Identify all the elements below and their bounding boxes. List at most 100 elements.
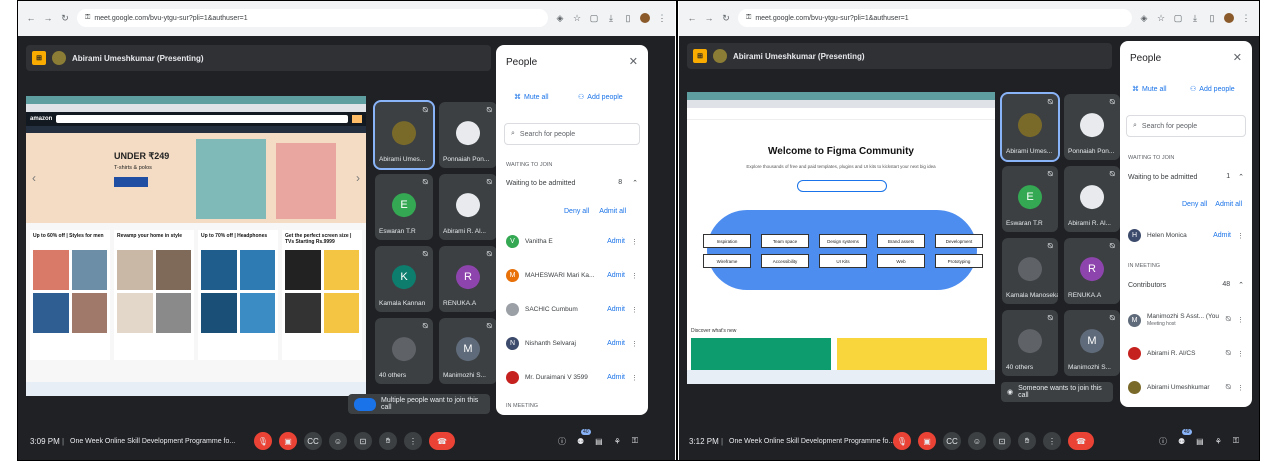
participant-tile[interactable]: ⦰ Ponnaiah Pon... <box>1064 94 1120 160</box>
figma-node[interactable]: Development <box>935 234 983 248</box>
admit-button[interactable]: Admit <box>607 238 625 245</box>
address-bar[interactable]: ⚿ meet.google.com/bvu-ytgu-sur?pli=1&auth… <box>77 9 548 27</box>
search-input[interactable]: ⌕ Search for people <box>504 123 640 145</box>
figma-node[interactable]: Team space <box>761 234 809 248</box>
end-call-icon[interactable]: ☎︎ <box>1068 432 1094 450</box>
add-people-button[interactable]: ⚇ Add people <box>578 93 623 102</box>
chat-icon[interactable]: ▤ <box>595 437 603 446</box>
star-icon[interactable]: ☆ <box>572 13 582 23</box>
participant-tile[interactable]: R ⦰ RENUKA.A <box>439 246 497 312</box>
deal-card[interactable]: Revamp your home in style <box>114 230 194 360</box>
translate-icon[interactable]: ◈ <box>555 13 565 23</box>
activities-icon[interactable]: ⚘ <box>614 437 621 446</box>
back-icon[interactable]: ← <box>687 13 697 23</box>
more-options-icon[interactable]: ⋮ <box>1237 316 1244 324</box>
download-icon[interactable]: ⤓ <box>606 13 616 23</box>
extensions-icon[interactable]: ▢ <box>589 13 599 23</box>
search-input[interactable]: ⌕ Search for people <box>1126 115 1246 137</box>
participant-tile[interactable]: ⦰ 40 others <box>375 318 433 384</box>
figma-node[interactable]: Design systems <box>819 234 867 248</box>
activities-icon[interactable]: ⚘ <box>1215 437 1222 446</box>
close-icon[interactable]: ✕ <box>629 55 638 68</box>
more-options-icon[interactable]: ⋮ <box>631 272 638 280</box>
more-options-icon[interactable]: ⋮ <box>631 374 638 382</box>
info-icon[interactable]: ⓘ <box>1159 436 1167 447</box>
captions-icon[interactable]: CC <box>304 432 322 450</box>
participant-tile[interactable]: ⦰ Ponnaiah Pon... <box>439 102 497 168</box>
participant-row[interactable]: Abirami Umeshkumar ⦰ ⋮ <box>1128 381 1244 394</box>
admit-button[interactable]: Admit <box>607 340 625 347</box>
more-options-icon[interactable]: ⋮ <box>1237 350 1244 358</box>
more-icon[interactable]: ⋮ <box>1043 432 1061 450</box>
captions-icon[interactable]: CC <box>943 432 961 450</box>
sidebar-icon[interactable]: ▯ <box>623 13 633 23</box>
end-call-icon[interactable]: ☎︎ <box>429 432 455 450</box>
participant-tile[interactable]: M ⦰ Manimozhi S... <box>439 318 497 384</box>
participant-tile[interactable]: K ⦰ Kamala Kannan <box>375 246 433 312</box>
admit-button[interactable]: Admit <box>607 272 625 279</box>
more-options-icon[interactable]: ⋮ <box>631 340 638 348</box>
download-icon[interactable]: ⤓ <box>1190 13 1200 23</box>
figma-node[interactable]: Prototyping <box>935 254 983 268</box>
participant-row[interactable]: M MAHESWARI Mari Ka... Admit ⋮ <box>506 269 638 282</box>
figma-node[interactable]: Brand assets <box>877 234 925 248</box>
more-options-icon[interactable]: ⋮ <box>1237 384 1244 392</box>
present-icon[interactable]: ⊡ <box>354 432 372 450</box>
participant-row[interactable]: N Nishanth Selvaraj Admit ⋮ <box>506 337 638 350</box>
mic-icon[interactable]: 🎙︎ <box>254 432 272 450</box>
participant-tile[interactable]: E ⦰ Eswaran T.R <box>1002 166 1058 232</box>
close-icon[interactable]: ✕ <box>1233 51 1242 64</box>
emoji-icon[interactable]: ☺ <box>968 432 986 450</box>
profile-avatar[interactable] <box>1224 13 1234 23</box>
participant-tile[interactable]: ⦰ Abirami Umes... <box>373 100 435 170</box>
lock-icon[interactable]: ⚿ <box>632 436 638 446</box>
figma-node[interactable]: Wireframe <box>703 254 751 268</box>
contributors-group[interactable]: Contributors 48 ⌃ <box>1128 281 1244 289</box>
forward-icon[interactable]: → <box>43 13 53 23</box>
participant-tile[interactable]: M ⦰ Manimozhi S... <box>1064 310 1120 376</box>
admit-all-button[interactable]: Admit all <box>1215 201 1242 208</box>
more-options-icon[interactable]: ⋮ <box>1237 232 1244 240</box>
more-options-icon[interactable]: ⋮ <box>631 238 638 246</box>
participant-tile[interactable]: ⦰ Abirami R. Al... <box>439 174 497 240</box>
deal-card[interactable]: Up to 60% off | Styles for men <box>30 230 110 360</box>
lock-icon[interactable]: ⚿ <box>1233 436 1239 446</box>
people-icon[interactable]: ⚉ 40 <box>577 428 591 446</box>
participant-row[interactable]: Abirami R. Al/CS ⦰ ⋮ <box>1128 347 1244 360</box>
emoji-icon[interactable]: ☺ <box>329 432 347 450</box>
participant-row[interactable]: H Helen Monica Admit ⋮ <box>1128 229 1244 242</box>
waiting-group[interactable]: Waiting to be admitted 1 ⌃ <box>1128 173 1244 181</box>
participant-tile[interactable]: ⦰ 40 others <box>1002 310 1058 376</box>
forward-icon[interactable]: → <box>704 13 714 23</box>
add-people-button[interactable]: ⚇ Add people <box>1190 85 1235 94</box>
figma-node[interactable]: Accessibility <box>761 254 809 268</box>
deal-card[interactable]: Get the perfect screen size | TVs Starti… <box>282 230 362 360</box>
raise-hand-icon[interactable]: ✋︎ <box>1018 432 1036 450</box>
deny-all-button[interactable]: Deny all <box>1182 201 1207 208</box>
participant-tile[interactable]: ⦰ Abirami Umes... <box>1000 92 1060 162</box>
admit-button[interactable]: Admit <box>607 306 625 313</box>
reload-icon[interactable]: ↻ <box>721 13 731 23</box>
carousel-next-icon[interactable]: › <box>356 171 360 185</box>
waiting-group[interactable]: Waiting to be admitted 8 ⌃ <box>506 179 638 187</box>
info-icon[interactable]: ⓘ <box>558 436 566 447</box>
figma-node[interactable]: Inspiration <box>703 234 751 248</box>
join-request-toast[interactable]: ◉ Someone wants to join this call <box>1001 382 1113 402</box>
reload-icon[interactable]: ↻ <box>60 13 70 23</box>
participant-tile[interactable]: ⦰ Kamala Manosekaran <box>1002 238 1058 304</box>
admit-all-button[interactable]: Admit all <box>599 208 626 215</box>
participant-row[interactable]: V Vanitha E Admit ⋮ <box>506 235 638 248</box>
mic-icon[interactable]: 🎙︎ <box>893 432 911 450</box>
deny-all-button[interactable]: Deny all <box>564 208 589 215</box>
star-icon[interactable]: ☆ <box>1156 13 1166 23</box>
figma-search[interactable] <box>797 180 887 192</box>
raise-hand-icon[interactable]: ✋︎ <box>379 432 397 450</box>
profile-avatar[interactable] <box>640 13 650 23</box>
extensions-icon[interactable]: ▢ <box>1173 13 1183 23</box>
sidebar-icon[interactable]: ▯ <box>1207 13 1217 23</box>
menu-icon[interactable]: ⋮ <box>657 13 667 23</box>
participant-tile[interactable]: ⦰ Abirami R. Al... <box>1064 166 1120 232</box>
participant-row[interactable]: SACHIC Cumbum Admit ⋮ <box>506 303 638 316</box>
more-options-icon[interactable]: ⋮ <box>631 306 638 314</box>
camera-icon[interactable]: ▣ <box>918 432 936 450</box>
